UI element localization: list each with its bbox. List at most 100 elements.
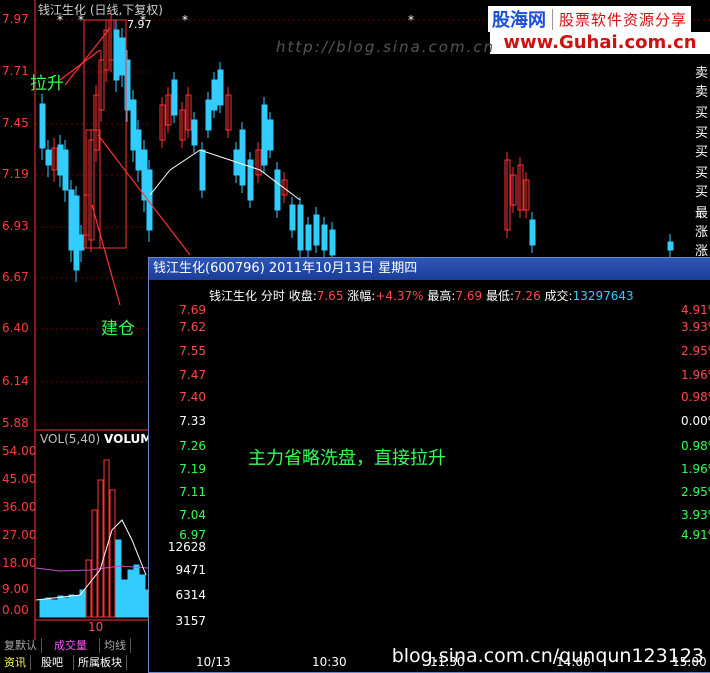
peak-price-label: 7.97 <box>127 18 152 31</box>
popup-time-label: 10/13 <box>196 655 231 669</box>
annotation-lift: 拉升 <box>30 74 64 94</box>
tab-sector[interactable]: 所属板块 <box>74 655 127 670</box>
candle-body <box>135 129 142 171</box>
popup-volume-label: 3157 <box>175 614 206 628</box>
popup-pct-label: 0.98% <box>681 390 710 404</box>
candle-body <box>211 79 218 111</box>
volume-bar <box>51 599 58 618</box>
side-item[interactable]: 买 <box>692 162 708 181</box>
tab-ma[interactable]: 均线 <box>100 638 131 653</box>
volume-bar <box>97 479 104 618</box>
kline-y-label: 7.97 <box>2 12 29 26</box>
logo-main: 股海网 <box>492 10 546 31</box>
high-label: 最高: <box>427 289 456 303</box>
tab-volume[interactable]: 成交量 <box>42 638 100 653</box>
marker-star: * <box>408 13 414 27</box>
side-item[interactable]: 卖 <box>692 62 708 81</box>
popup-price-label: 7.19 <box>179 462 206 476</box>
popup-pct-label: 2.95% <box>681 344 710 358</box>
popup-stock: 钱江生化 <box>209 289 258 303</box>
popup-price-label: 7.69 <box>179 303 206 317</box>
change-label: 涨幅: <box>347 289 376 303</box>
close-label: 收盘: <box>288 289 317 303</box>
volume-bar <box>139 574 146 618</box>
vol-label: 成交: <box>544 289 573 303</box>
candle-body <box>329 229 336 256</box>
candle-body <box>39 103 46 149</box>
popup-mode: 分时 <box>260 289 285 303</box>
volume-bar <box>103 459 110 618</box>
candle-body <box>667 241 674 251</box>
logo-url: www.Guhai.com.cn <box>490 32 710 54</box>
candle-body <box>191 119 198 146</box>
popup-volume-label: 6314 <box>175 588 206 602</box>
side-item[interactable]: 卖 <box>692 81 708 100</box>
volume-bar <box>85 559 92 618</box>
tab-news[interactable]: 资讯 <box>0 655 31 670</box>
popup-pct-label: 4.91% <box>681 528 710 542</box>
side-item[interactable]: 买 <box>692 141 708 160</box>
popup-pct-label: 3.93% <box>681 508 710 522</box>
popup-price-label: 7.33 <box>179 414 206 428</box>
kline-y-label: 6.40 <box>2 321 29 335</box>
volume-bar <box>62 597 69 618</box>
popup-pct-label: 0.98% <box>681 439 710 453</box>
volume-x-label: 10 <box>88 620 104 634</box>
side-item[interactable]: 涨 <box>692 221 708 240</box>
arrow-build <box>91 204 121 306</box>
volume-bar <box>133 564 140 618</box>
popup-pct-label: 1.96% <box>681 462 710 476</box>
candle-body <box>130 99 137 151</box>
volume-bar <box>121 579 128 618</box>
tab-default[interactable]: 复默认 <box>0 638 42 653</box>
volume-bar <box>127 569 134 618</box>
vol-value: 13297643 <box>572 289 634 303</box>
candle-body <box>313 214 320 246</box>
volume-bar <box>45 597 52 618</box>
arrow-lift <box>59 49 101 81</box>
candle-body <box>57 144 64 176</box>
popup-price-label: 7.04 <box>179 508 206 522</box>
close-value: 7.65 <box>316 289 344 303</box>
arrow-lift <box>64 27 111 86</box>
volume-bar <box>91 509 98 618</box>
candle-body <box>171 79 178 116</box>
high-value: 7.69 <box>455 289 483 303</box>
popup-pct-label: 0.00% <box>681 414 710 428</box>
kline-y-label: 6.14 <box>2 374 29 388</box>
low-label: 最低: <box>485 289 514 303</box>
low-value: 7.26 <box>513 289 541 303</box>
marker-star: * <box>182 13 188 27</box>
volume-bar <box>109 489 116 618</box>
side-item[interactable]: 买 <box>692 181 708 200</box>
candle-body <box>267 119 274 151</box>
candle-body <box>199 149 206 191</box>
popup-price-label: 7.26 <box>179 439 206 453</box>
tab-row-info: 资讯 股吧 所属板块 <box>0 655 127 670</box>
volume-title: VOL(5,40) VOLUME <box>40 432 160 446</box>
popup-volume-label: 9471 <box>175 563 206 577</box>
tab-row-indicators: 复默认 成交量 均线 <box>0 638 131 653</box>
kline-y-label: 6.67 <box>2 270 29 284</box>
popup-pct-label: 3.93% <box>681 320 710 334</box>
popup-header[interactable]: 钱江生化(600796) 2011年10月13日 星期四 <box>149 258 710 280</box>
candle-body <box>321 224 328 251</box>
popup-annotation: 主力省略洗盘，直接拉升 <box>248 448 446 469</box>
logo-sub: 股票软件资源分享 <box>552 8 687 30</box>
candle-body <box>297 204 304 251</box>
candle-body <box>45 149 52 166</box>
popup-pct-label: 1.96% <box>681 368 710 382</box>
candle-body <box>289 204 296 231</box>
candle-body <box>205 99 212 131</box>
volume-y-label: 27.00 <box>2 528 37 542</box>
bottom-tabs: 复默认 成交量 均线 资讯 股吧 所属板块 <box>0 638 150 671</box>
side-item[interactable]: 买 <box>692 102 708 121</box>
tab-forum[interactable]: 股吧 <box>31 655 74 670</box>
side-item[interactable]: 最 <box>692 202 708 221</box>
kline-y-label: 6.93 <box>2 219 29 233</box>
side-item[interactable]: 买 <box>692 122 708 141</box>
volume-bar <box>68 594 75 618</box>
candle-body <box>261 104 268 166</box>
volume-y-label: 0.00 <box>2 603 29 617</box>
volume-bar <box>74 595 81 618</box>
